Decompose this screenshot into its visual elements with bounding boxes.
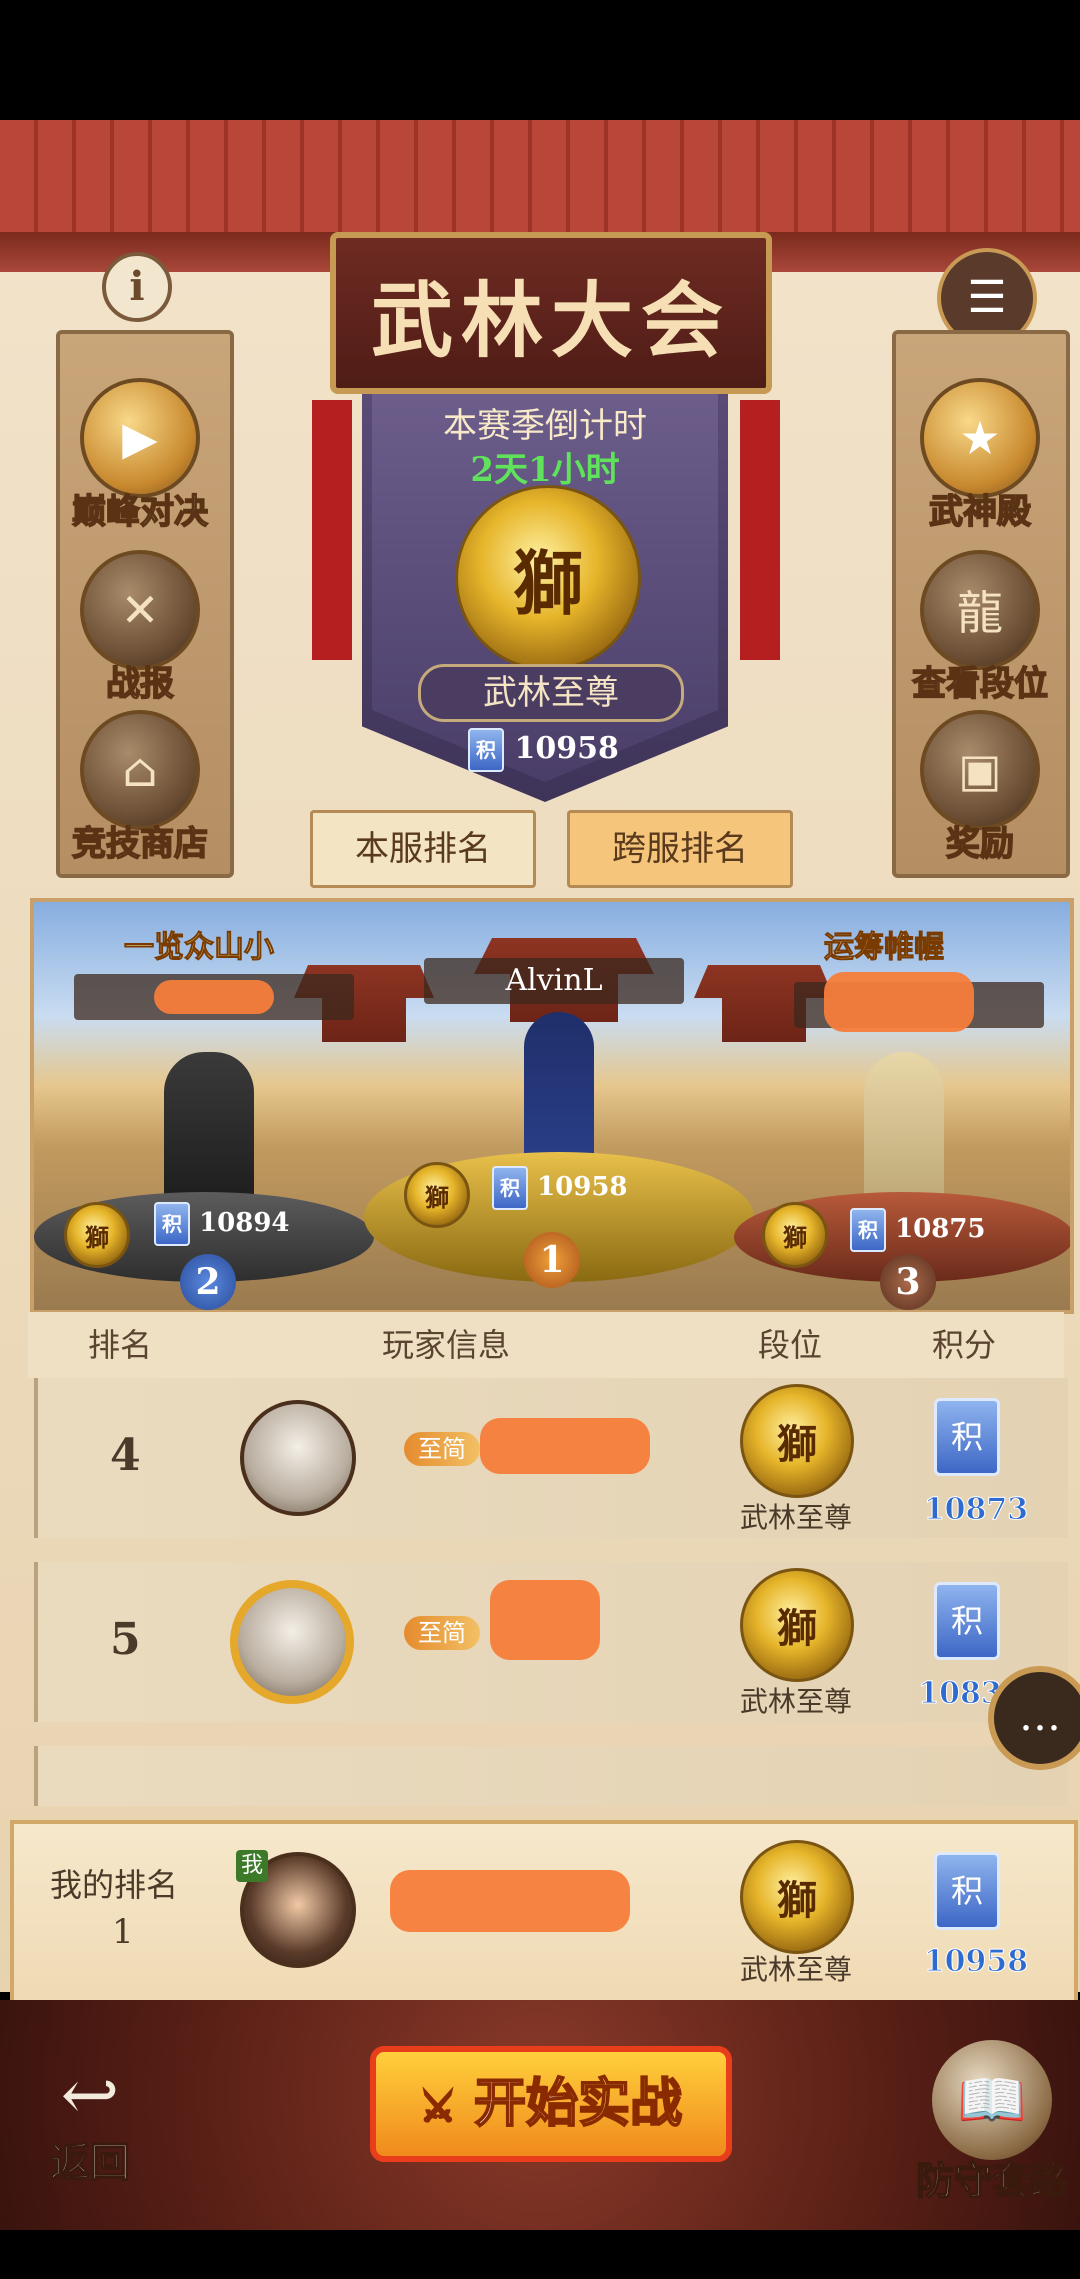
row-tier: 武林至尊 — [739, 1501, 852, 1534]
defense-routine-button[interactable]: 📖 防守套路 — [912, 2040, 1072, 2205]
tier-emblem-icon: 獅 — [455, 485, 641, 671]
table-row[interactable] — [34, 1746, 1068, 1806]
first-place-score-value: 10958 — [537, 1172, 628, 1202]
back-label: 返回 — [49, 2138, 131, 2187]
battle-report-button[interactable]: ✕ 战报 — [70, 550, 210, 705]
points-icon: 积 — [934, 1398, 1000, 1476]
podium-scene: 一览众山小 獅 积 10894 2 AlvinL 獅 积 10958 1 运筹帷… — [30, 898, 1074, 1314]
defense-routine-label: 防守套路 — [915, 2157, 1069, 2204]
redacted-name — [824, 972, 974, 1032]
row-rank: 5 — [110, 1614, 141, 1665]
chest-icon: ▣ — [920, 710, 1040, 830]
book-icon: 📖 — [932, 2040, 1052, 2160]
my-points: 10958 — [923, 1944, 1029, 1980]
start-battle-button[interactable]: ⚔ 开始实战 — [370, 2046, 732, 2162]
tier-emblem-icon: 獅 — [64, 1202, 130, 1268]
header-tier: 段位 — [758, 1326, 823, 1364]
third-place-title: 运筹帷幄 — [824, 930, 945, 966]
header-player-info: 玩家信息 — [382, 1326, 511, 1364]
my-rank-value: 1 — [112, 1912, 134, 1952]
chat-bubble-icon: … — [1019, 1691, 1061, 1740]
header-points: 积分 — [932, 1326, 997, 1364]
row-points: 10873 — [923, 1492, 1029, 1528]
tier-emblem-icon: 獅 — [740, 1568, 854, 1682]
first-place-score: 积 10958 — [492, 1166, 628, 1210]
rewards-button[interactable]: ▣ 奖励 — [910, 710, 1050, 865]
first-place-character — [524, 1012, 594, 1172]
play-icon: ▶ — [80, 378, 200, 498]
arena-shop-label: 竞技商店 — [71, 823, 209, 865]
row-rank: 4 — [110, 1430, 141, 1481]
roof-decoration — [0, 120, 1080, 248]
me-badge: 我 — [236, 1850, 268, 1882]
my-rank-label: 我的排名 — [50, 1866, 179, 1904]
countdown-label: 本赛季倒计时 — [443, 406, 647, 446]
martial-god-hall-label: 武神殿 — [928, 491, 1032, 533]
vip-badge: 至简 — [404, 1616, 480, 1650]
row-tier: 武林至尊 — [739, 1685, 852, 1718]
season-score: 积 10958 — [468, 728, 648, 772]
tier-emblem-icon: 獅 — [740, 1840, 854, 1954]
third-place-number: 3 — [880, 1254, 936, 1310]
points-icon: 积 — [468, 728, 504, 772]
ranking-table-header — [28, 1312, 1064, 1378]
third-place-score-value: 10875 — [895, 1214, 986, 1244]
redacted-name — [390, 1870, 630, 1932]
header-rank: 排名 — [88, 1326, 153, 1364]
redacted-name — [490, 1580, 600, 1660]
view-tier-label: 查看段位 — [911, 663, 1049, 705]
points-icon: 积 — [154, 1202, 190, 1246]
avatar[interactable] — [240, 1400, 356, 1516]
second-place-score-value: 10894 — [199, 1208, 290, 1238]
points-icon: 积 — [934, 1852, 1000, 1930]
title-board: 武林大会 — [330, 232, 772, 394]
tier-emblem-icon: 獅 — [762, 1202, 828, 1268]
tab-cross-server-ranking[interactable]: 跨服排名 — [567, 810, 793, 888]
left-ribbon — [312, 400, 352, 660]
redacted-name — [480, 1418, 650, 1474]
season-score-value: 10958 — [514, 731, 619, 766]
hall-icon: ★ — [920, 378, 1040, 498]
points-icon: 积 — [934, 1582, 1000, 1660]
back-arrow-icon: ↩ — [60, 2054, 120, 2136]
points-icon: 积 — [492, 1166, 528, 1210]
first-place-name: AlvinL — [424, 958, 684, 1004]
season-rank-name: 武林至尊 — [418, 664, 684, 722]
tier-emblem-icon: 獅 — [740, 1384, 854, 1498]
dragon-icon: 龍 — [920, 550, 1040, 670]
info-button[interactable]: i — [102, 252, 172, 322]
info-icon: i — [129, 263, 145, 310]
vip-badge: 至简 — [404, 1432, 480, 1466]
crossed-swords-icon: ✕ — [80, 550, 200, 670]
my-tier: 武林至尊 — [739, 1953, 852, 1986]
points-icon: 积 — [850, 1208, 886, 1252]
peak-duel-label: 巅峰对决 — [71, 491, 209, 533]
start-label-highlight: 实战 — [577, 2072, 683, 2135]
status-bar — [0, 0, 1080, 120]
countdown-value: 2天1小时 — [470, 450, 620, 490]
third-place-score: 积 10875 — [850, 1208, 986, 1252]
second-place-score: 积 10894 — [154, 1202, 290, 1246]
view-tier-button[interactable]: 龍 查看段位 — [900, 550, 1060, 705]
rewards-label: 奖励 — [945, 823, 1015, 865]
start-label: 开始 — [473, 2072, 579, 2135]
page-title: 武林大会 — [370, 272, 731, 369]
martial-god-hall-button[interactable]: ★ 武神殿 — [910, 378, 1050, 533]
arena-shop-button[interactable]: ⌂ 竞技商店 — [70, 710, 210, 865]
peak-duel-button[interactable]: ▶ 巅峰对决 — [70, 378, 210, 533]
redacted-name — [154, 980, 274, 1014]
tab-local-ranking[interactable]: 本服排名 — [310, 810, 536, 888]
second-place-number: 2 — [180, 1254, 236, 1310]
crossed-swords-icon: ⚔ — [419, 2083, 457, 2132]
second-place-title: 一览众山小 — [124, 930, 275, 966]
shop-icon: ⌂ — [80, 710, 200, 830]
first-place-number: 1 — [524, 1232, 580, 1288]
battle-report-label: 战报 — [105, 663, 175, 705]
back-button[interactable]: ↩ 返回 — [30, 2060, 150, 2188]
tier-emblem-icon: 獅 — [404, 1162, 470, 1228]
avatar[interactable] — [230, 1580, 354, 1704]
right-ribbon — [740, 400, 780, 660]
